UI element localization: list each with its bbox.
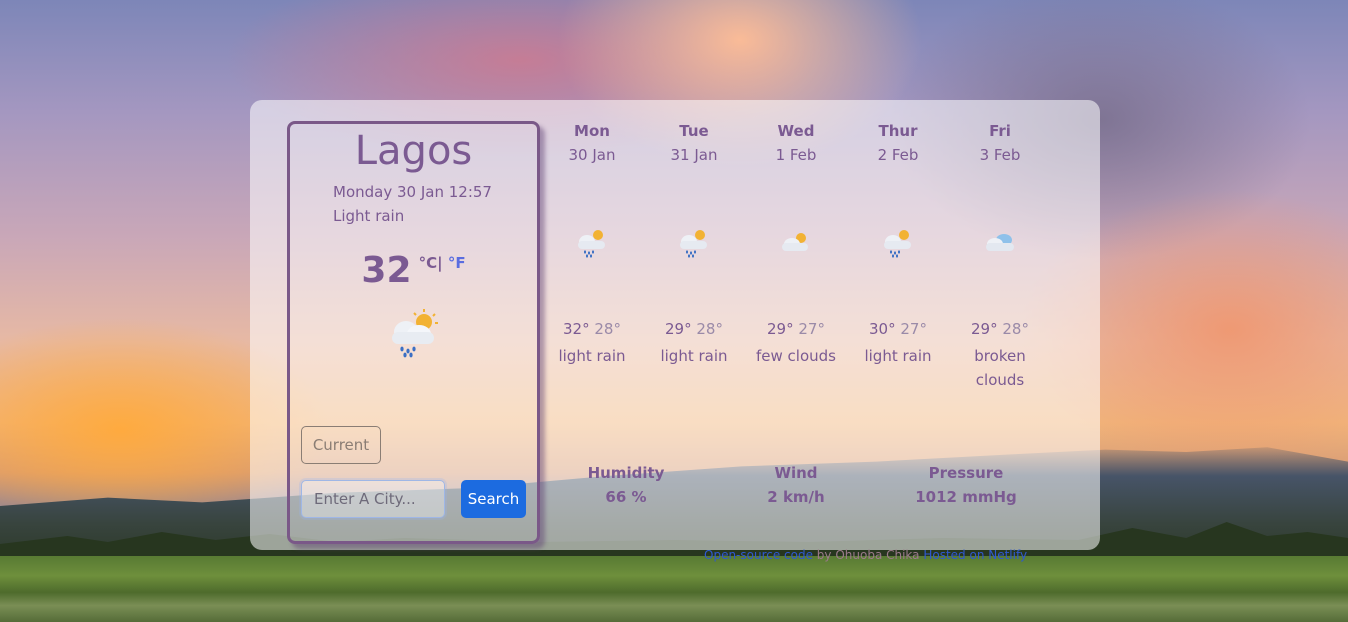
pressure-value: 1012 mmHg: [915, 488, 1017, 506]
background-grass: [0, 556, 1348, 622]
netlify-link[interactable]: Hosted on Netlify: [923, 548, 1027, 562]
author-text: by Ohuoba Chika: [812, 548, 924, 562]
forecast-max: 29°: [767, 320, 794, 338]
forecast-description: light rain: [864, 347, 932, 365]
current-weather-card: Lagos Monday 30 Jan 12:57 Light rain 32 …: [287, 121, 540, 544]
humidity-stat: Humidity 66 %: [550, 464, 702, 512]
forecast-date: 30 Jan: [568, 146, 616, 164]
rain-sun-icon: [578, 230, 605, 258]
forecast-day: Wed 1 Feb 29° 27° few clouds: [745, 122, 847, 365]
celsius-link[interactable]: °C: [419, 254, 438, 272]
forecast-description: few clouds: [756, 347, 836, 365]
forecast-description: light rain: [660, 347, 728, 365]
forecast-temps: 30° 27°: [847, 320, 949, 338]
forecast-max: 29°: [971, 320, 998, 338]
footer: Open-source code by Ohuoba Chika Hosted …: [704, 548, 1027, 562]
forecast-date: 1 Feb: [775, 146, 817, 164]
wind-stat: Wind 2 km/h: [720, 464, 872, 512]
forecast-min: 28°: [1002, 320, 1029, 338]
weather-app-panel: Lagos Monday 30 Jan 12:57 Light rain 32 …: [250, 100, 1100, 550]
forecast-temps: 29° 28°: [949, 320, 1051, 338]
forecast-min: 27°: [900, 320, 927, 338]
forecast-day-name: Fri: [989, 122, 1011, 140]
forecast-date: 2 Feb: [877, 146, 919, 164]
forecast-max: 30°: [869, 320, 896, 338]
current-description: Light rain: [333, 207, 405, 225]
sun-cloud-icon: [782, 233, 808, 251]
forecast-day: Thur 2 Feb 30° 27° light rain: [847, 122, 949, 365]
city-search-input[interactable]: [301, 480, 445, 518]
forecast-min: 27°: [798, 320, 825, 338]
forecast-max: 32°: [563, 320, 590, 338]
pressure-label: Pressure: [928, 464, 1004, 482]
forecast-date: 3 Feb: [979, 146, 1021, 164]
wind-value: 2 km/h: [767, 488, 825, 506]
fahrenheit-link[interactable]: °F: [448, 254, 466, 272]
forecast-temps: 29° 27°: [745, 320, 847, 338]
forecast-day-name: Tue: [679, 122, 709, 140]
unit-separator: |: [437, 254, 443, 272]
forecast-day-name: Mon: [574, 122, 610, 140]
humidity-value: 66 %: [605, 488, 647, 506]
unit-toggle: °C| °F: [419, 254, 466, 272]
forecast-day: Mon 30 Jan 32° 28° light rain: [541, 122, 643, 365]
forecast-date: 31 Jan: [670, 146, 718, 164]
pressure-stat: Pressure 1012 mmHg: [890, 464, 1042, 512]
temperature-row: 32 °C| °F: [290, 250, 537, 291]
humidity-label: Humidity: [587, 464, 665, 482]
source-code-link[interactable]: Open-source code: [704, 548, 813, 562]
current-temperature: 32: [361, 250, 412, 291]
current-datetime: Monday 30 Jan 12:57: [333, 183, 492, 201]
forecast-description: light rain: [558, 347, 626, 365]
search-button[interactable]: Search: [461, 480, 526, 518]
forecast-day: Fri 3 Feb 29° 28° broken clouds: [949, 122, 1051, 389]
broken-clouds-icon: [986, 234, 1014, 251]
weather-stats: Humidity 66 % Wind 2 km/h Pressure 1012 …: [550, 464, 1050, 524]
forecast-temps: 32° 28°: [541, 320, 643, 338]
wind-label: Wind: [774, 464, 818, 482]
rain-sun-icon: [392, 309, 438, 358]
forecast-day-name: Wed: [777, 122, 815, 140]
rain-sun-icon: [680, 230, 707, 258]
forecast-row: Mon 30 Jan 32° 28° light rain Tue 31 Jan…: [541, 122, 1051, 402]
forecast-min: 28°: [594, 320, 621, 338]
forecast-temps: 29° 28°: [643, 320, 745, 338]
forecast-min: 28°: [696, 320, 723, 338]
rain-sun-icon: [884, 230, 911, 258]
forecast-day: Tue 31 Jan 29° 28° light rain: [643, 122, 745, 365]
forecast-max: 29°: [665, 320, 692, 338]
forecast-day-name: Thur: [878, 122, 918, 140]
city-name: Lagos: [354, 128, 473, 174]
forecast-description: broken clouds: [974, 347, 1026, 389]
current-location-button[interactable]: Current: [301, 426, 381, 464]
